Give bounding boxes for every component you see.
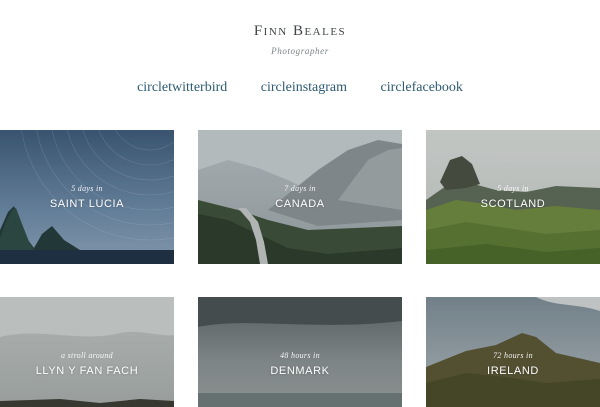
facebook-link[interactable]: circlefacebook xyxy=(381,80,463,96)
trip-duration: 5 days in xyxy=(497,184,529,193)
trip-country: IRELAND xyxy=(487,365,539,377)
instagram-link[interactable]: circleinstagram xyxy=(261,80,347,96)
trip-duration: 48 hours in xyxy=(280,351,320,360)
trip-duration: 5 days in xyxy=(71,184,103,193)
trip-duration: 7 days in xyxy=(284,184,316,193)
trip-card-ireland[interactable]: 72 hours in IRELAND xyxy=(426,297,600,407)
trip-country: CANADA xyxy=(275,198,325,210)
trip-duration: a stroll around xyxy=(61,351,113,360)
trip-country: SCOTLAND xyxy=(480,198,546,210)
site-title[interactable]: Finn Beales xyxy=(0,23,600,40)
trip-card-saint-lucia[interactable]: 5 days in SAINT LUCIA xyxy=(0,130,174,264)
twitter-link[interactable]: circletwitterbird xyxy=(137,80,227,96)
trip-country: SAINT LUCIA xyxy=(49,198,125,210)
trip-card-canada[interactable]: 7 days in CANADA xyxy=(198,130,402,264)
site-subtitle: Photographer xyxy=(271,46,329,56)
trip-duration: 72 hours in xyxy=(493,351,533,360)
trip-card-denmark[interactable]: 48 hours in DENMARK xyxy=(198,297,402,407)
trip-country: DENMARK xyxy=(270,365,330,377)
trip-card-llyn-y-fan-fach[interactable]: a stroll around LLYN Y FAN FACH xyxy=(0,297,174,407)
card-overlay xyxy=(426,130,600,264)
social-nav: circletwitterbird circleinstagram circle… xyxy=(0,80,600,96)
site-header: Finn Beales Photographer circletwitterbi… xyxy=(0,0,600,120)
trip-card-scotland[interactable]: 5 days in SCOTLAND xyxy=(426,130,600,264)
trip-country: LLYN Y FAN FACH xyxy=(35,365,139,377)
card-overlay xyxy=(198,130,402,264)
card-overlay xyxy=(0,130,174,264)
